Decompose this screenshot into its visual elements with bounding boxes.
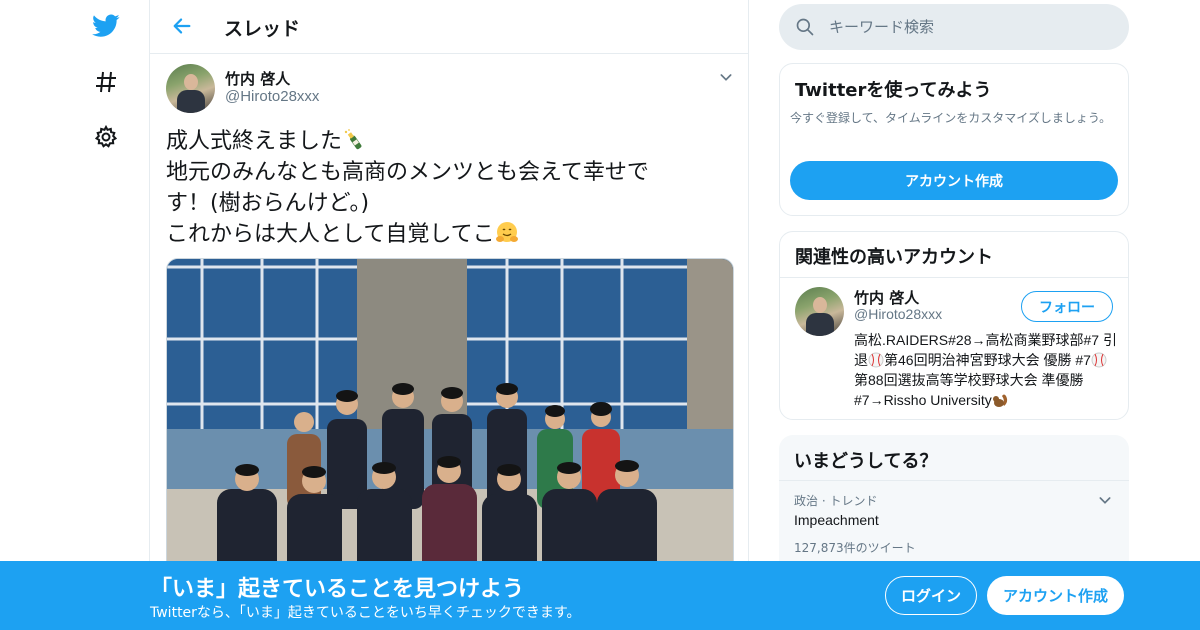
signup-card-title: Twitterを使ってみよう: [795, 80, 992, 101]
follow-button[interactable]: フォロー: [1021, 291, 1113, 322]
related-account-bio: 高松.RAIDERS#28→高松商業野球部#7 引退 第46回明治神宮野球大会 優…: [854, 330, 1120, 410]
tweet-photo[interactable]: [166, 258, 734, 578]
bio-part: 第46回明治神宮野球大会 優勝 #7: [884, 352, 1091, 368]
tweet-text-line: これからは大人として自覚してこ: [166, 222, 495, 247]
related-account-avatar[interactable]: [795, 287, 844, 336]
gear-icon[interactable]: [90, 121, 122, 153]
search-input[interactable]: [829, 4, 1109, 50]
tweet-author-name[interactable]: 竹内 啓人: [225, 68, 290, 89]
login-button[interactable]: ログイン: [885, 576, 977, 615]
trends-title: いまどうしてる？: [794, 451, 938, 472]
trend-name[interactable]: Impeachment: [794, 512, 879, 528]
divider: [780, 277, 1128, 278]
related-account-name[interactable]: 竹内 啓人: [854, 287, 919, 308]
related-accounts-card: 関連性の高いアカウント 竹内 啓人 @Hiroto28xxx フォロー 高松.R…: [779, 231, 1129, 420]
page: スレッド 竹内 啓人 @Hiroto28xxx 成人式終えました 地元のみんなと…: [0, 0, 1200, 630]
banner-title: 「いま」起きていることを見つけよう: [150, 577, 525, 602]
twitter-logo-icon[interactable]: [90, 10, 122, 42]
banner-subtitle: Twitterなら、「いま」起きていることをいち早くチェックできます。: [150, 605, 581, 621]
divider: [779, 480, 1129, 481]
related-account-handle[interactable]: @Hiroto28xxx: [854, 306, 942, 322]
trend-tweet-count: 127,873件のツイート: [794, 541, 916, 555]
baseball-emoji-icon: [1091, 352, 1107, 368]
baseball-emoji-icon: [868, 352, 884, 368]
thread-header: スレッド: [150, 0, 748, 54]
main-column: スレッド 竹内 啓人 @Hiroto28xxx 成人式終えました 地元のみんなと…: [149, 0, 749, 630]
tweet-author-handle[interactable]: @Hiroto28xxx: [225, 88, 319, 105]
tweet-text-line: 地元のみんなとも高商のメンツとも会えて幸せで: [166, 160, 649, 185]
tweet-text-line: 成人式終えました: [166, 129, 343, 154]
squirrel-emoji-icon: [992, 392, 1010, 408]
champagne-emoji-icon: [342, 128, 366, 152]
related-accounts-title: 関連性の高いアカウント: [795, 247, 993, 268]
banner-create-account-button[interactable]: アカウント作成: [987, 576, 1124, 615]
tweet-text-line: す！(樹おらんけど。): [166, 191, 370, 216]
signup-card: Twitterを使ってみよう 今すぐ登録して、タイムラインをカスタマイズしましょ…: [779, 63, 1129, 216]
chevron-down-icon[interactable]: [716, 67, 736, 87]
avatar[interactable]: [166, 64, 215, 113]
bio-part: 第88回選抜高等学校野球大会 準優勝 #7→Rissho University: [854, 372, 1084, 408]
bottom-banner: 「いま」起きていることを見つけよう Twitterなら、「いま」起きていることを…: [0, 561, 1200, 630]
search-icon: [796, 18, 814, 36]
create-account-button[interactable]: アカウント作成: [790, 161, 1118, 200]
back-arrow-icon[interactable]: [168, 12, 196, 40]
signup-card-description: 今すぐ登録して、タイムラインをカスタマイズしましょう。: [790, 111, 1112, 125]
search-box[interactable]: [779, 4, 1129, 50]
trend-category: 政治 · トレンド: [794, 494, 878, 508]
page-title: スレッド: [224, 18, 301, 40]
hugging-face-emoji-icon: [495, 221, 519, 245]
chevron-down-icon[interactable]: [1095, 490, 1115, 510]
hashtag-icon[interactable]: [90, 66, 122, 98]
tweet-text: 成人式終えました 地元のみんなとも高商のメンツとも会えて幸せで す！(樹おらんけ…: [166, 126, 706, 250]
